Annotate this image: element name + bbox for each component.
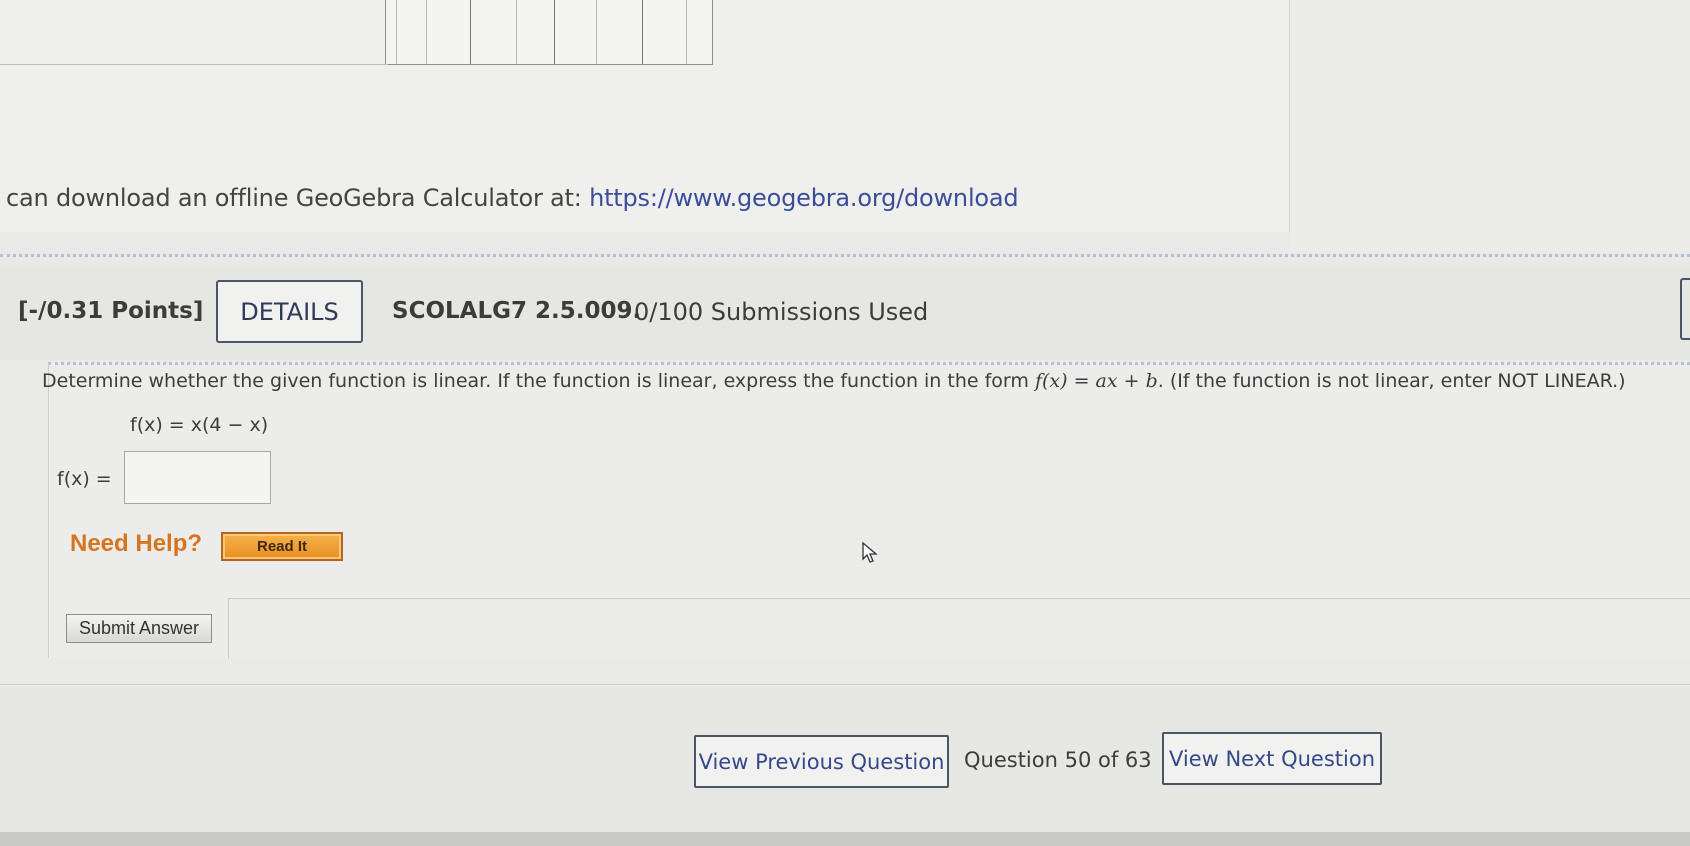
submit-area xyxy=(228,598,1690,658)
answer-input[interactable] xyxy=(124,451,271,504)
view-previous-question-button[interactable]: View Previous Question xyxy=(694,735,949,788)
body-divider xyxy=(0,684,1690,685)
geogebra-panel: can download an offline GeoGebra Calcula… xyxy=(0,0,1290,232)
mouse-cursor-icon xyxy=(862,542,878,563)
section-divider xyxy=(0,254,1690,260)
divider-line xyxy=(0,64,388,65)
page: can download an offline GeoGebra Calcula… xyxy=(0,0,1690,846)
geogebra-download-prefix: can download an offline GeoGebra Calcula… xyxy=(6,184,590,212)
graph-grid-fragment xyxy=(385,0,713,65)
prompt-end: . (If the function is not linear, enter … xyxy=(1157,370,1626,392)
question-position: Question 50 of 63 xyxy=(964,748,1152,772)
question-prompt: Determine whether the given function is … xyxy=(42,370,1626,392)
details-button[interactable]: DETAILS xyxy=(216,280,363,343)
read-it-button[interactable]: Read It xyxy=(221,532,343,561)
answer-label: f(x) = xyxy=(57,468,112,490)
right-background xyxy=(1290,0,1690,252)
points-label: [-/0.31 Points] xyxy=(18,298,204,324)
geogebra-download-text: can download an offline GeoGebra Calcula… xyxy=(6,184,1019,212)
question-code: SCOLALG7 2.5.009. xyxy=(392,298,642,324)
prompt-form: f(x) = ax + b xyxy=(1034,370,1158,392)
submit-answer-button[interactable]: Submit Answer xyxy=(66,614,212,643)
prompt-start: Determine whether the given function is … xyxy=(42,370,1035,392)
bottom-edge xyxy=(0,832,1690,846)
need-help-label: Need Help? xyxy=(70,530,203,557)
given-function: f(x) = x(4 − x) xyxy=(130,414,269,436)
submissions-used: 0/100 Submissions Used xyxy=(634,298,929,326)
geogebra-download-link[interactable]: https://www.geogebra.org/download xyxy=(589,184,1019,212)
view-next-question-button[interactable]: View Next Question xyxy=(1162,732,1382,785)
right-edge-button[interactable] xyxy=(1680,278,1690,340)
